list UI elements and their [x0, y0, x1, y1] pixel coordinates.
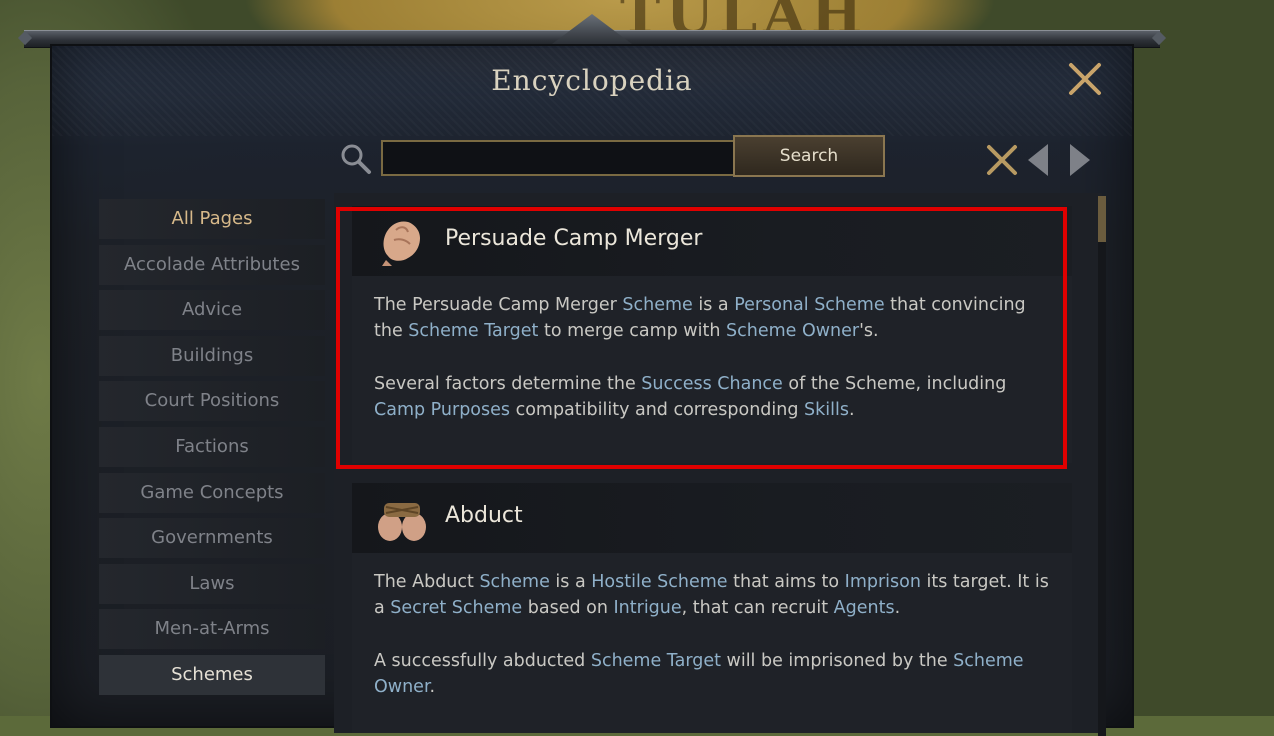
entry-title: Abduct	[445, 503, 523, 528]
entry-header: Persuade Camp Merger	[352, 206, 1072, 276]
entry-header: Abduct	[352, 483, 1072, 553]
entry-body: The Abduct Scheme is a Hostile Scheme th…	[352, 553, 1072, 700]
skills-link[interactable]: Skills	[804, 400, 849, 420]
hostile-scheme-link[interactable]: Hostile Scheme	[591, 572, 727, 592]
content-scrollbar[interactable]	[1098, 196, 1106, 736]
sidebar-item-accolade-attributes[interactable]: Accolade Attributes	[99, 244, 325, 285]
scheme-target-link[interactable]: Scheme Target	[408, 321, 538, 341]
scheme-owner-link[interactable]: Scheme Owner	[726, 321, 859, 341]
imprison-link[interactable]: Imprison	[845, 572, 921, 592]
success-chance-link[interactable]: Success Chance	[641, 374, 783, 394]
close-icon[interactable]	[1065, 59, 1105, 99]
entry-list: Persuade Camp Merger The Persuade Camp M…	[334, 193, 1102, 733]
agents-link[interactable]: Agents	[834, 598, 895, 618]
sidebar-item-game-concepts[interactable]: Game Concepts	[99, 472, 325, 513]
window-title: Encyclopedia	[491, 64, 693, 97]
entry-card[interactable]: Persuade Camp Merger The Persuade Camp M…	[352, 206, 1072, 463]
scheme-link[interactable]: Scheme	[622, 295, 692, 315]
entry-card[interactable]: Abduct The Abduct Scheme is a Hostile Sc…	[352, 483, 1072, 733]
bound-hands-icon	[378, 503, 426, 541]
sidebar-item-governments[interactable]: Governments	[99, 518, 325, 559]
sidebar-item-court-positions[interactable]: Court Positions	[99, 381, 325, 422]
sidebar-item-men-at-arms[interactable]: Men-at-Arms	[99, 609, 325, 650]
secret-scheme-link[interactable]: Secret Scheme	[390, 598, 522, 618]
entry-paragraph: Several factors determine the Success Ch…	[374, 374, 1007, 420]
forward-arrow-icon[interactable]	[1068, 142, 1092, 178]
search-button[interactable]: Search	[733, 135, 885, 177]
search-input[interactable]	[381, 140, 735, 176]
entry-paragraph: The Persuade Camp Merger Scheme is a Per…	[374, 295, 1026, 341]
intrigue-link[interactable]: Intrigue	[614, 598, 682, 618]
open-hand-icon	[382, 221, 420, 266]
encyclopedia-window: Encyclopedia Search All Pages Accolade A…	[52, 46, 1132, 736]
entry-title: Persuade Camp Merger	[445, 226, 703, 251]
entry-paragraph: The Abduct Scheme is a Hostile Scheme th…	[374, 572, 1049, 618]
scheme-link[interactable]: Scheme	[479, 572, 549, 592]
search-icon	[341, 144, 371, 174]
camp-purposes-link[interactable]: Camp Purposes	[374, 400, 510, 420]
sidebar-item-factions[interactable]: Factions	[99, 426, 325, 467]
personal-scheme-link[interactable]: Personal Scheme	[734, 295, 884, 315]
scrollbar-thumb[interactable]	[1098, 196, 1106, 242]
sidebar-item-laws[interactable]: Laws	[99, 563, 325, 604]
sidebar-item-schemes[interactable]: Schemes	[99, 654, 325, 695]
clear-search-icon[interactable]	[984, 142, 1020, 178]
category-sidebar: All Pages Accolade Attributes Advice Bui…	[99, 199, 325, 701]
scheme-target-link[interactable]: Scheme Target	[591, 651, 721, 671]
sidebar-item-all-pages[interactable]: All Pages	[99, 199, 325, 239]
back-arrow-icon[interactable]	[1026, 142, 1050, 178]
sidebar-item-advice[interactable]: Advice	[99, 290, 325, 331]
sidebar-item-buildings[interactable]: Buildings	[99, 335, 325, 376]
entry-paragraph: A successfully abducted Scheme Target wi…	[374, 651, 1024, 697]
entry-body: The Persuade Camp Merger Scheme is a Per…	[352, 276, 1072, 423]
